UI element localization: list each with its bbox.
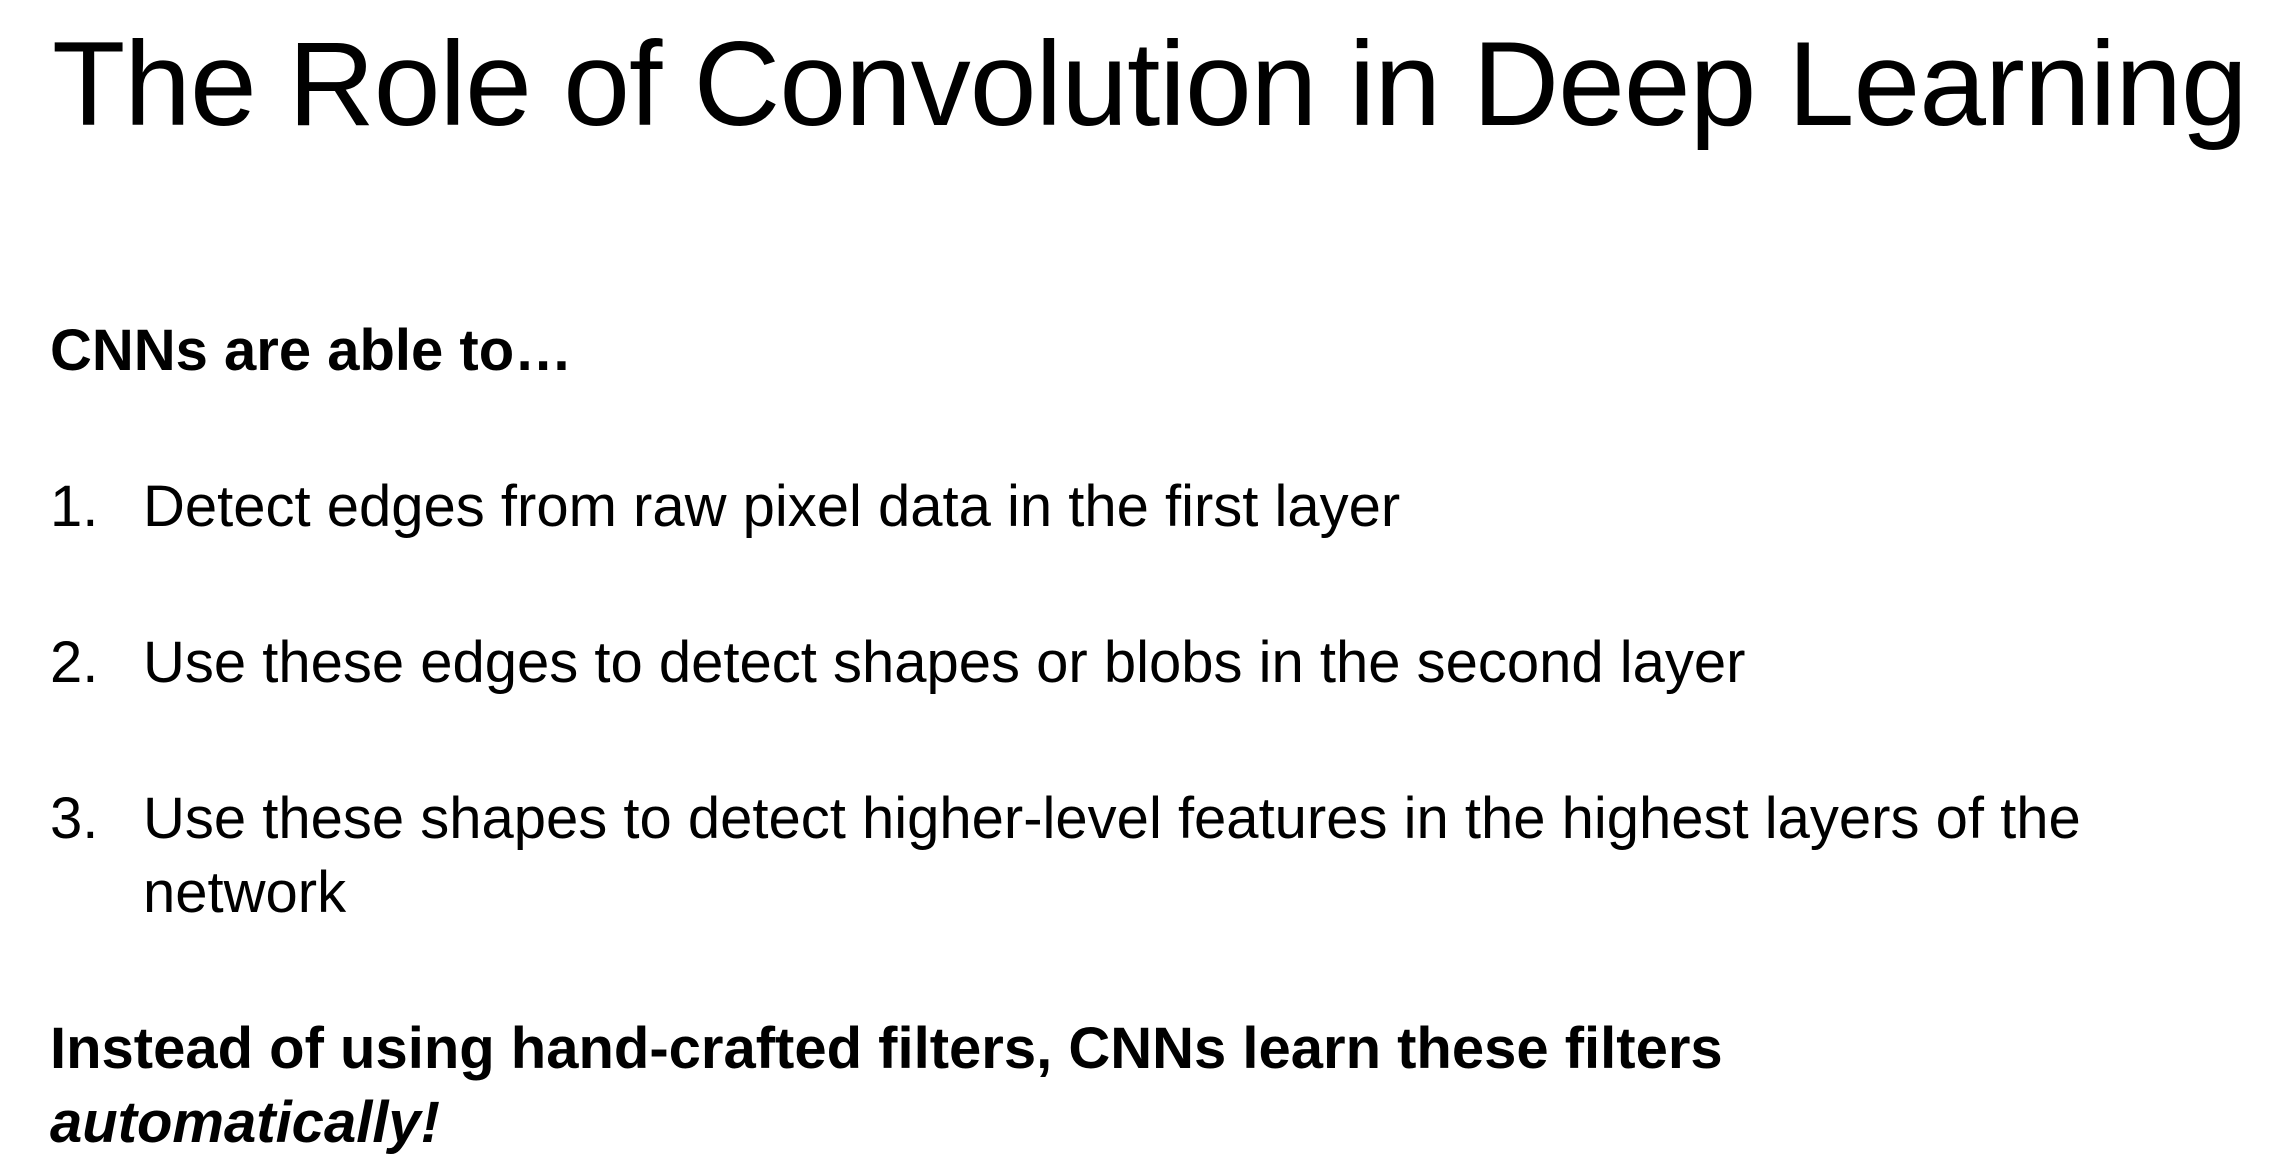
list-text: Use these shapes to detect higher-level … — [143, 786, 2081, 925]
intro-text: CNNs are able to… — [50, 318, 573, 383]
list-number: 3. — [50, 786, 99, 851]
list-item: 1. Detect edges from raw pixel data in t… — [50, 470, 2270, 544]
list-number: 1. — [50, 474, 99, 539]
conclusion-main: Instead of using hand-crafted filters, C… — [50, 1016, 1723, 1081]
list-text: Use these edges to detect shapes or blob… — [143, 630, 1746, 695]
list-text: Detect edges from raw pixel data in the … — [143, 474, 1401, 539]
slide-title: The Role of Convolution in Deep Learning — [52, 17, 2248, 151]
conclusion-emphasis: automatically! — [50, 1090, 440, 1155]
capability-list: 1. Detect edges from raw pixel data in t… — [50, 470, 2270, 930]
list-item: 2. Use these edges to detect shapes or b… — [50, 626, 2270, 700]
list-number: 2. — [50, 630, 99, 695]
list-item: 3. Use these shapes to detect higher-lev… — [50, 782, 2270, 930]
conclusion-text: Instead of using hand-crafted filters, C… — [50, 1012, 2250, 1160]
